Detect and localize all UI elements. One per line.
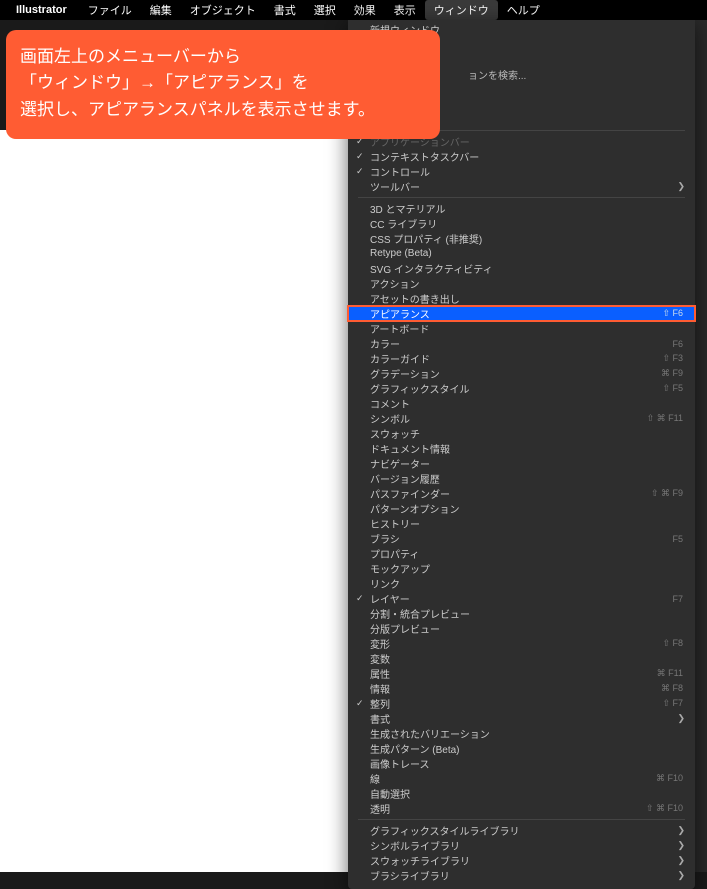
instruction-callout: 画面左上のメニューバーから 「ウィンドウ」→「アピアランス」を 選択し、アピアラ… (6, 30, 440, 139)
menu-swatches[interactable]: スウォッチ (348, 426, 695, 441)
menu-image-trace[interactable]: 画像トレース (348, 756, 695, 771)
window-menu-dropdown: 新規ウィンドウ ✓アプリケーションバー ✓コンテキストタスクバー ✓コントロール… (348, 20, 695, 889)
menu-navigator[interactable]: ナビゲーター (348, 456, 695, 471)
menu-gradient[interactable]: グラデーション⌘ F9 (348, 366, 695, 381)
menu-color-guide[interactable]: カラーガイド⇧ F3 (348, 351, 695, 366)
menu-file[interactable]: ファイル (79, 0, 141, 20)
separator (358, 197, 685, 198)
chevron-right-icon: ❯ (677, 713, 685, 724)
menu-graphic-style-libraries[interactable]: グラフィックスタイルライブラリ❯ (348, 823, 695, 838)
callout-line: 「ウィンドウ」→「アピアランス」を (20, 70, 426, 96)
menu-brush-libraries[interactable]: ブラシライブラリ❯ (348, 868, 695, 883)
separator (358, 819, 685, 820)
menu-asset-export[interactable]: アセットの書き出し (348, 291, 695, 306)
menu-select[interactable]: 選択 (305, 0, 345, 20)
menu-context-taskbar[interactable]: ✓コンテキストタスクバー (348, 149, 695, 164)
menu-edit[interactable]: 編集 (141, 0, 181, 20)
chevron-right-icon: ❯ (677, 840, 685, 851)
menu-stroke[interactable]: 線⌘ F10 (348, 771, 695, 786)
menu-layers[interactable]: ✓レイヤーF7 (348, 591, 695, 606)
menu-history[interactable]: ヒストリー (348, 516, 695, 531)
menu-swatch-libraries[interactable]: スウォッチライブラリ❯ (348, 853, 695, 868)
chevron-right-icon: ❯ (677, 855, 685, 866)
menu-generated-variations[interactable]: 生成されたバリエーション (348, 726, 695, 741)
menu-flattener-preview[interactable]: 分割・統合プレビュー (348, 606, 695, 621)
menubar: Illustrator ファイル 編集 オブジェクト 書式 選択 効果 表示 ウ… (0, 0, 707, 20)
menu-brushes[interactable]: ブラシF5 (348, 531, 695, 546)
menu-separations-preview[interactable]: 分版プレビュー (348, 621, 695, 636)
menu-align[interactable]: ✓整列⇧ F7 (348, 696, 695, 711)
menu-actions[interactable]: アクション (348, 276, 695, 291)
menu-pathfinder[interactable]: パスファインダー⇧ ⌘ F9 (348, 486, 695, 501)
menu-toolbar[interactable]: ツールバー❯ (348, 179, 695, 194)
menu-graphic-styles[interactable]: グラフィックスタイル⇧ F5 (348, 381, 695, 396)
menu-view[interactable]: 表示 (385, 0, 425, 20)
menu-pattern-options[interactable]: パターンオプション (348, 501, 695, 516)
menu-retype[interactable]: Retype (Beta) (348, 246, 695, 261)
menu-effect[interactable]: 効果 (345, 0, 385, 20)
menu-mockup[interactable]: モックアップ (348, 561, 695, 576)
menu-symbol-libraries[interactable]: シンボルライブラリ❯ (348, 838, 695, 853)
search-placeholder-fragment: ョンを検索... (468, 67, 526, 82)
app-name[interactable]: Illustrator (16, 4, 67, 16)
menu-transform[interactable]: 変形⇧ F8 (348, 636, 695, 651)
menu-help[interactable]: ヘルプ (498, 0, 549, 20)
chevron-right-icon: ❯ (677, 181, 685, 192)
menu-magic-wand[interactable]: 自動選択 (348, 786, 695, 801)
menu-color[interactable]: カラーF6 (348, 336, 695, 351)
menu-object[interactable]: オブジェクト (181, 0, 265, 20)
callout-line: 選択し、アピアランスパネルを表示させます。 (20, 97, 426, 123)
menu-type-submenu[interactable]: 書式❯ (348, 711, 695, 726)
callout-line: 画面左上のメニューバーから (20, 44, 426, 70)
menu-version-history[interactable]: バージョン履歴 (348, 471, 695, 486)
menu-3d-material[interactable]: 3D とマテリアル (348, 201, 695, 216)
menu-control[interactable]: ✓コントロール (348, 164, 695, 179)
chevron-right-icon: ❯ (677, 825, 685, 836)
menu-appearance[interactable]: アピアランス⇧ F6 (348, 306, 695, 321)
menu-svg-interactivity[interactable]: SVG インタラクティビティ (348, 261, 695, 276)
menu-generative-pattern[interactable]: 生成パターン (Beta) (348, 741, 695, 756)
menu-transparency[interactable]: 透明⇧ ⌘ F10 (348, 801, 695, 816)
menu-links[interactable]: リンク (348, 576, 695, 591)
menu-document-info[interactable]: ドキュメント情報 (348, 441, 695, 456)
menu-attributes[interactable]: 属性⌘ F11 (348, 666, 695, 681)
menu-css-properties[interactable]: CSS プロパティ (非推奨) (348, 231, 695, 246)
menu-window[interactable]: ウィンドウ (425, 0, 498, 20)
menu-artboards[interactable]: アートボード (348, 321, 695, 336)
menu-cc-libraries[interactable]: CC ライブラリ (348, 216, 695, 231)
menu-symbols[interactable]: シンボル⇧ ⌘ F11 (348, 411, 695, 426)
menu-type[interactable]: 書式 (265, 0, 305, 20)
menu-info[interactable]: 情報⌘ F8 (348, 681, 695, 696)
menu-variables[interactable]: 変数 (348, 651, 695, 666)
menu-comments[interactable]: コメント (348, 396, 695, 411)
canvas-area (0, 130, 348, 872)
menu-properties[interactable]: プロパティ (348, 546, 695, 561)
right-panel-edge (695, 20, 707, 872)
